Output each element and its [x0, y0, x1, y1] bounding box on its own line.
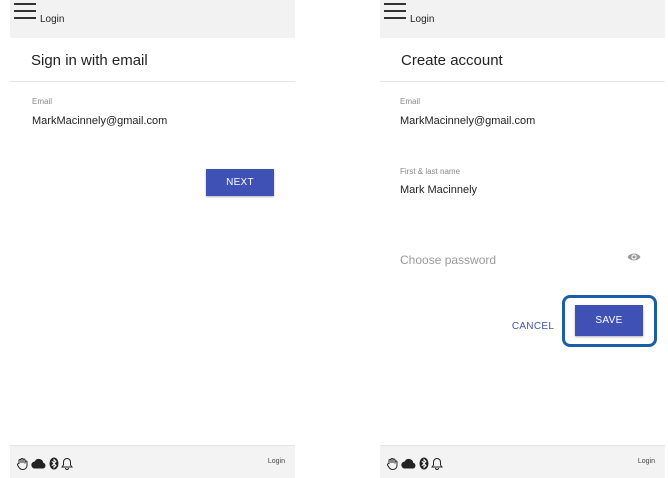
page-title: Create account — [401, 52, 503, 69]
bluetooth-icon — [419, 457, 429, 470]
status-bar: Login — [380, 445, 665, 478]
email-field[interactable]: MarkMacinnely@gmail.com — [400, 115, 535, 127]
save-button-highlight — [562, 295, 657, 347]
signin-screen: Login Sign in with email Email MarkMacin… — [10, 0, 295, 478]
email-label: Email — [400, 97, 421, 106]
create-account-screen: Login Create account Email MarkMacinnely… — [380, 0, 665, 478]
divider — [10, 81, 295, 82]
email-label: Email — [32, 97, 53, 106]
divider — [380, 81, 665, 82]
email-field[interactable]: MarkMacinnely@gmail.com — [32, 115, 167, 127]
menu-icon[interactable] — [14, 3, 36, 19]
bell-icon — [431, 457, 443, 470]
hand-icon — [16, 458, 28, 470]
hand-icon — [386, 458, 398, 470]
status-bar: Login — [10, 445, 295, 478]
page-title: Sign in with email — [31, 52, 148, 69]
password-field[interactable]: Choose password — [400, 253, 496, 267]
app-bar: Login — [380, 0, 665, 38]
next-button[interactable]: NEXT — [206, 169, 274, 196]
menu-icon[interactable] — [384, 3, 406, 19]
app-bar: Login — [10, 0, 295, 38]
bluetooth-icon — [49, 457, 59, 470]
app-bar-title: Login — [40, 14, 65, 25]
status-label: Login — [267, 458, 285, 465]
cancel-button[interactable]: CANCEL — [508, 313, 558, 340]
name-field[interactable]: Mark Macinnely — [400, 184, 477, 196]
status-label: Login — [637, 458, 655, 465]
bell-icon — [61, 457, 73, 470]
cloud-icon — [31, 458, 46, 469]
eye-icon[interactable] — [627, 251, 641, 263]
app-bar-title: Login — [410, 14, 435, 25]
name-label: First & last name — [400, 167, 461, 176]
cloud-icon — [401, 458, 416, 469]
